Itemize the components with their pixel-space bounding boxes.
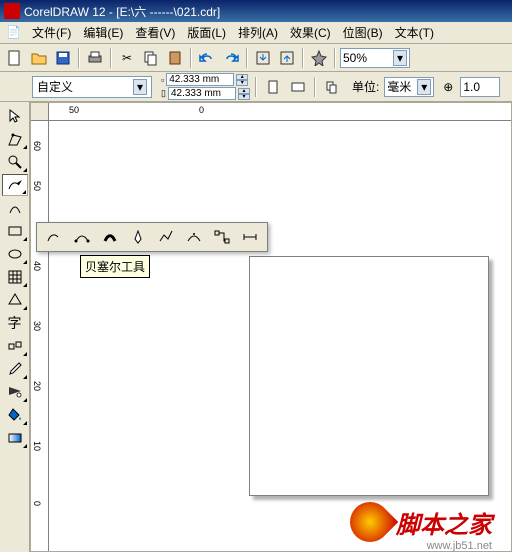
smart-draw-tool[interactable] xyxy=(2,197,28,219)
window-title: CorelDRAW 12 - [E:\六 ------\021.cdr] xyxy=(24,3,220,20)
pen-flyout-tool[interactable] xyxy=(125,226,151,248)
watermark-text: 脚本之家 xyxy=(396,505,492,540)
redo-button[interactable] xyxy=(220,47,242,69)
watermark-logo xyxy=(342,494,399,551)
watermark: 脚本之家 xyxy=(350,502,492,542)
dimension-flyout-tool[interactable] xyxy=(237,226,263,248)
dropdown-icon[interactable]: ▾ xyxy=(417,79,431,95)
watermark-url: www.jb51.net xyxy=(427,540,492,552)
menu-layout[interactable]: 版面(L) xyxy=(181,22,232,43)
property-bar: 自定义 ▾ ▫ 42.333 mm ▴▾ ▯ 42.333 mm ▴▾ 单位: … xyxy=(0,72,512,102)
polyline-flyout-tool[interactable] xyxy=(153,226,179,248)
basic-shapes-tool[interactable] xyxy=(2,289,28,311)
menu-file[interactable]: 文件(F) xyxy=(26,22,77,43)
connector-flyout-tool[interactable] xyxy=(209,226,235,248)
workspace: 500 6050403020100 xyxy=(30,102,512,552)
dimensions: ▫ 42.333 mm ▴▾ ▯ 42.333 mm ▴▾ xyxy=(161,73,250,100)
page xyxy=(249,256,489,496)
height-icon: ▯ xyxy=(161,88,166,99)
paper-value: 自定义 xyxy=(37,78,133,95)
standard-toolbar: ✂ 50% ▾ xyxy=(0,44,512,72)
outline-tool[interactable] xyxy=(2,381,28,403)
freehand-tool[interactable] xyxy=(2,174,28,196)
portrait-button[interactable] xyxy=(262,76,284,98)
cut-button[interactable]: ✂ xyxy=(116,47,138,69)
app-launcher-button[interactable] xyxy=(308,47,330,69)
control-icon[interactable]: 📄 xyxy=(6,25,22,41)
rectangle-tool[interactable] xyxy=(2,220,28,242)
separator xyxy=(246,48,248,68)
export-button[interactable] xyxy=(276,47,298,69)
interactive-fill-tool[interactable] xyxy=(2,427,28,449)
new-button[interactable] xyxy=(4,47,26,69)
zoom-combo[interactable]: 50% ▾ xyxy=(340,48,410,68)
paste-button[interactable] xyxy=(164,47,186,69)
toolbox: 字 xyxy=(0,102,30,552)
ellipse-tool[interactable] xyxy=(2,243,28,265)
menu-arrange[interactable]: 排列(A) xyxy=(232,22,284,43)
height-input[interactable]: 42.333 mm xyxy=(168,87,236,100)
canvas-area[interactable] xyxy=(49,121,511,551)
print-button[interactable] xyxy=(84,47,106,69)
eyedropper-tool[interactable] xyxy=(2,358,28,380)
landscape-button[interactable] xyxy=(287,76,309,98)
width-icon: ▫ xyxy=(161,75,164,85)
separator xyxy=(255,77,257,97)
separator xyxy=(78,48,80,68)
paper-size-combo[interactable]: 自定义 ▾ xyxy=(32,76,152,98)
artistic-media-flyout-tool[interactable] xyxy=(97,226,123,248)
menu-view[interactable]: 查看(V) xyxy=(129,22,181,43)
unit-value: 毫米 xyxy=(387,78,417,95)
dropdown-icon[interactable]: ▾ xyxy=(393,50,407,66)
curve-flyout xyxy=(36,222,268,252)
spin-down[interactable]: ▾ xyxy=(236,80,248,86)
shape-tool[interactable] xyxy=(2,128,28,150)
menu-bitmaps[interactable]: 位图(B) xyxy=(337,22,389,43)
menu-text[interactable]: 文本(T) xyxy=(389,22,440,43)
menu-edit[interactable]: 编辑(E) xyxy=(77,22,129,43)
width-input[interactable]: 42.333 mm xyxy=(166,73,234,86)
unit-combo[interactable]: 毫米 ▾ xyxy=(384,77,434,97)
dropdown-icon[interactable]: ▾ xyxy=(133,79,147,95)
separator xyxy=(110,48,112,68)
zoom-value: 50% xyxy=(343,51,393,65)
tooltip: 贝塞尔工具 xyxy=(80,255,150,278)
menu-effects[interactable]: 效果(C) xyxy=(284,22,337,43)
separator xyxy=(190,48,192,68)
bezier-flyout-tool[interactable] xyxy=(69,226,95,248)
blend-tool[interactable] xyxy=(2,335,28,357)
fill-tool[interactable] xyxy=(2,404,28,426)
3point-curve-flyout-tool[interactable] xyxy=(181,226,207,248)
separator xyxy=(302,48,304,68)
menu-bar: 📄 文件(F) 编辑(E) 查看(V) 版面(L) 排列(A) 效果(C) 位图… xyxy=(0,22,512,44)
copy-button[interactable] xyxy=(140,47,162,69)
nudge-input[interactable]: 1.0 xyxy=(460,77,500,97)
horizontal-ruler[interactable]: 500 xyxy=(49,103,511,121)
zoom-tool[interactable] xyxy=(2,151,28,173)
vertical-ruler[interactable]: 6050403020100 xyxy=(31,121,49,551)
text-tool[interactable]: 字 xyxy=(2,312,28,334)
undo-button[interactable] xyxy=(196,47,218,69)
separator xyxy=(334,48,336,68)
open-button[interactable] xyxy=(28,47,50,69)
ruler-corner[interactable] xyxy=(31,103,49,121)
unit-label: 单位: xyxy=(352,78,379,95)
save-button[interactable] xyxy=(52,47,74,69)
pick-tool[interactable] xyxy=(2,105,28,127)
graph-paper-tool[interactable] xyxy=(2,266,28,288)
pages-button[interactable] xyxy=(321,76,343,98)
nudge-icon: ⊕ xyxy=(443,80,453,94)
title-bar: CorelDRAW 12 - [E:\六 ------\021.cdr] xyxy=(0,0,512,22)
import-button[interactable] xyxy=(252,47,274,69)
spin-down[interactable]: ▾ xyxy=(238,94,250,100)
freehand-flyout-tool[interactable] xyxy=(41,226,67,248)
separator xyxy=(314,77,316,97)
app-icon xyxy=(4,3,20,19)
